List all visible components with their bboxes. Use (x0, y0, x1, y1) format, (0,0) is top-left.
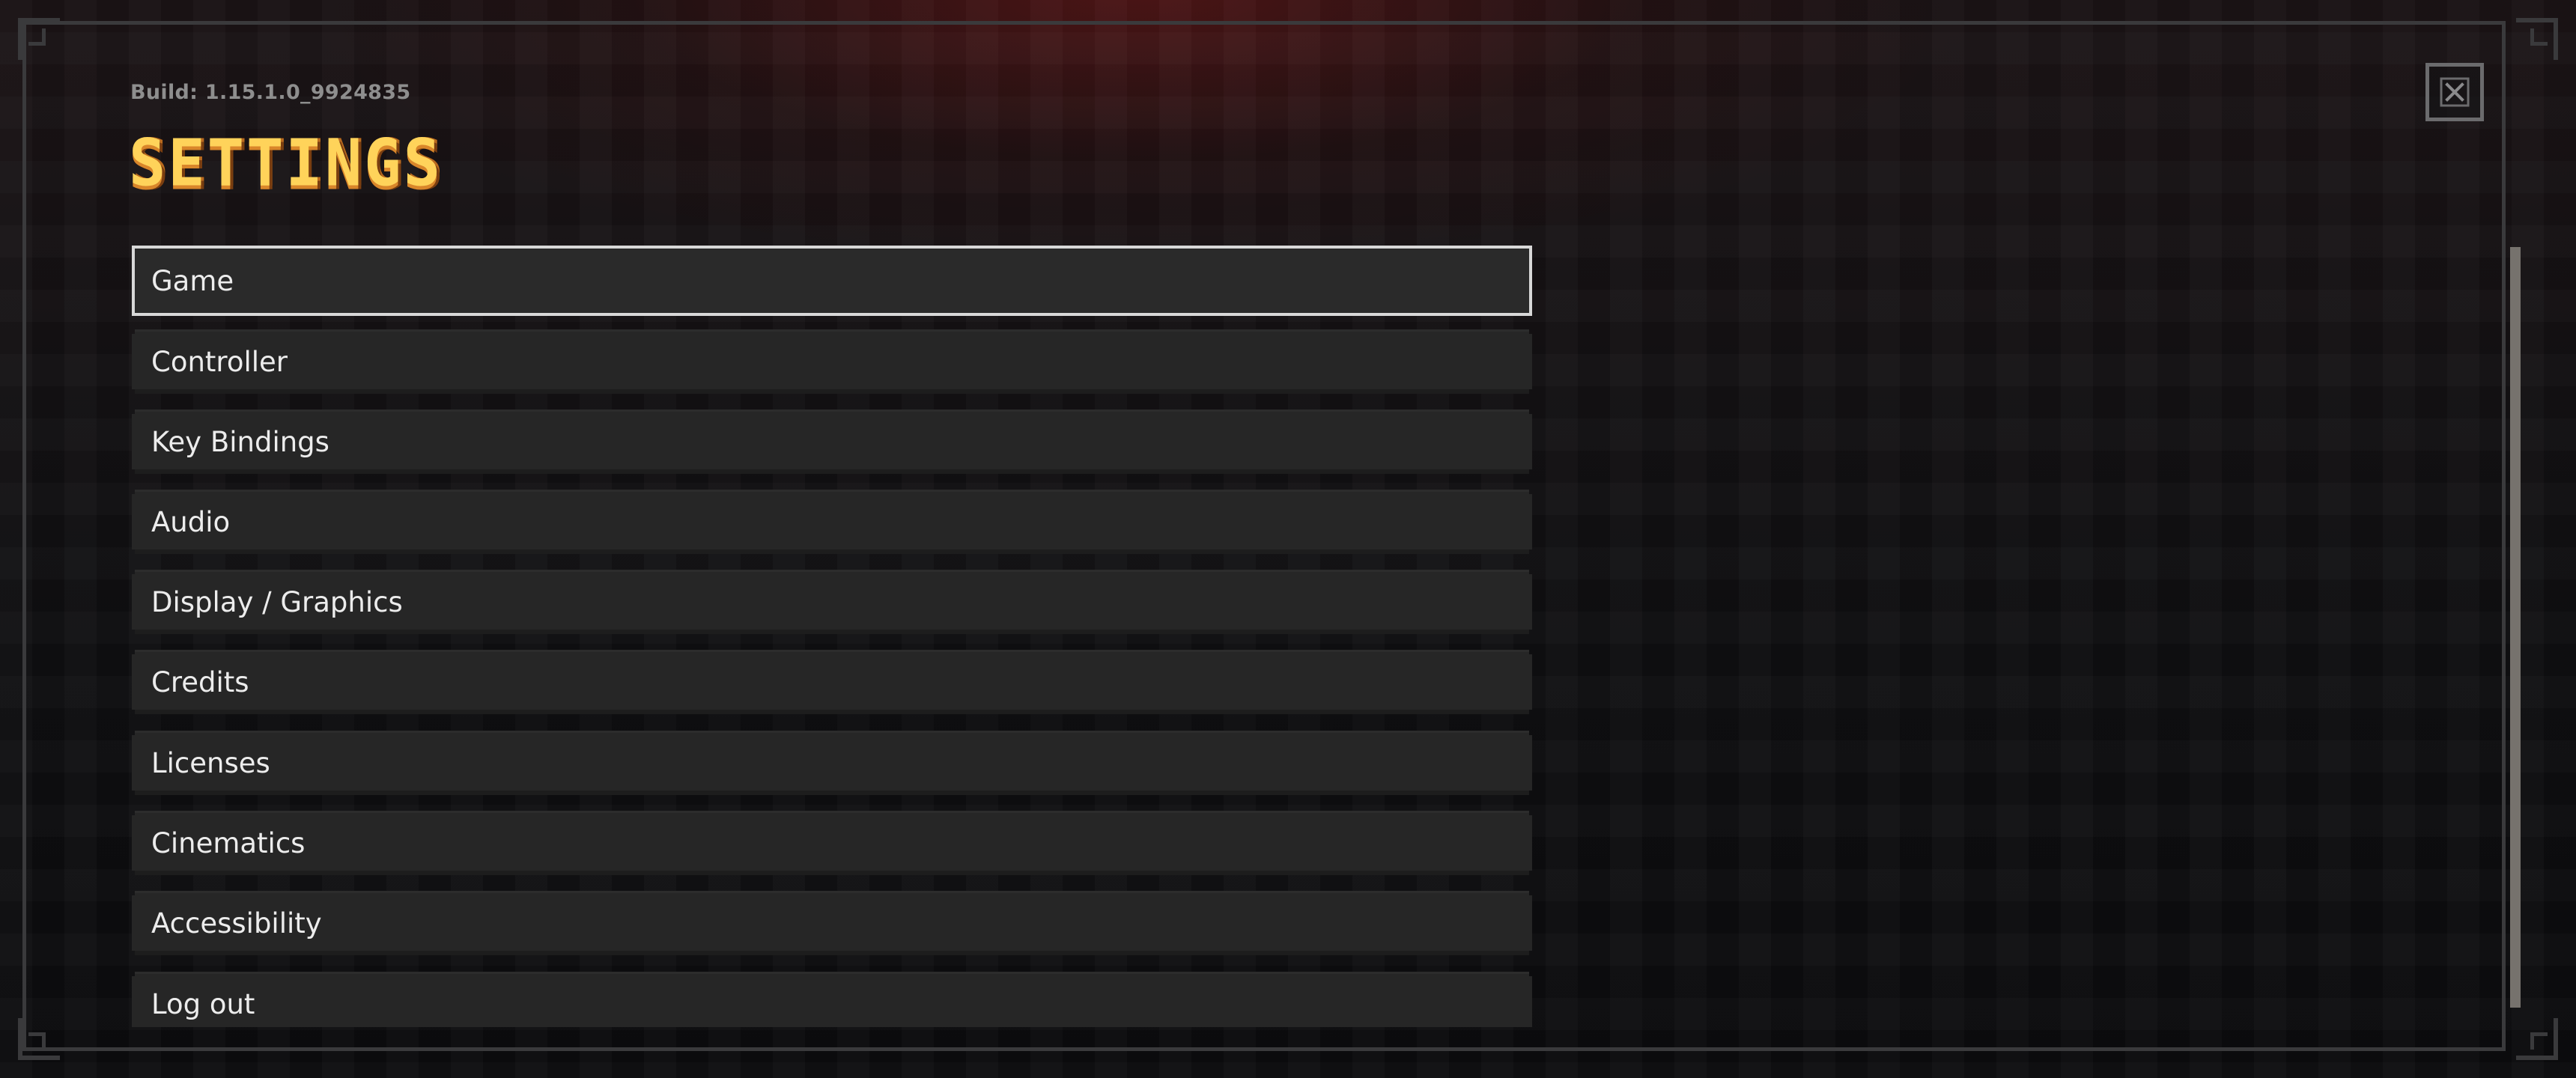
menu-item-log-out[interactable]: Log out (132, 972, 1532, 1027)
settings-screen: Build: 1.15.1.0_9924835 SETTINGS Game Co… (0, 0, 2576, 1078)
menu-item-label: Accessibility (151, 907, 322, 940)
build-version: Build: 1.15.1.0_9924835 (130, 81, 411, 104)
menu-item-display-graphics[interactable]: Display / Graphics (132, 570, 1532, 634)
menu-item-label: Display / Graphics (151, 585, 403, 618)
menu-item-controller[interactable]: Controller (132, 329, 1532, 394)
menu-item-label: Game (151, 264, 234, 297)
close-x-icon (2440, 77, 2470, 107)
menu-item-label: Controller (151, 345, 288, 378)
scrollbar-thumb[interactable] (2510, 247, 2521, 1008)
menu-item-label: Audio (151, 505, 231, 538)
menu-item-audio[interactable]: Audio (132, 490, 1532, 554)
menu-item-label: Cinematics (151, 826, 306, 859)
menu-item-accessibility[interactable]: Accessibility (132, 891, 1532, 955)
menu-item-licenses[interactable]: Licenses (132, 731, 1532, 795)
frame-corner-top-left (18, 18, 60, 60)
menu-item-label: Key Bindings (151, 425, 329, 458)
menu-item-game[interactable]: Game (132, 246, 1532, 316)
menu-item-label: Log out (151, 987, 255, 1020)
frame-corner-top-right (2516, 18, 2558, 60)
close-button[interactable] (2425, 63, 2484, 121)
menu-scrollbar[interactable] (2510, 247, 2521, 1008)
menu-item-key-bindings[interactable]: Key Bindings (132, 409, 1532, 474)
menu-item-label: Credits (151, 666, 249, 698)
menu-item-credits[interactable]: Credits (132, 650, 1532, 714)
menu-item-cinematics[interactable]: Cinematics (132, 811, 1532, 875)
frame-corner-bottom-left (18, 1018, 60, 1060)
menu-item-label: Licenses (151, 746, 270, 779)
frame-corner-bottom-right (2516, 1018, 2558, 1060)
settings-menu: Game Controller Key Bindings Audio Displ… (132, 246, 1532, 1027)
page-title: SETTINGS (129, 126, 443, 201)
